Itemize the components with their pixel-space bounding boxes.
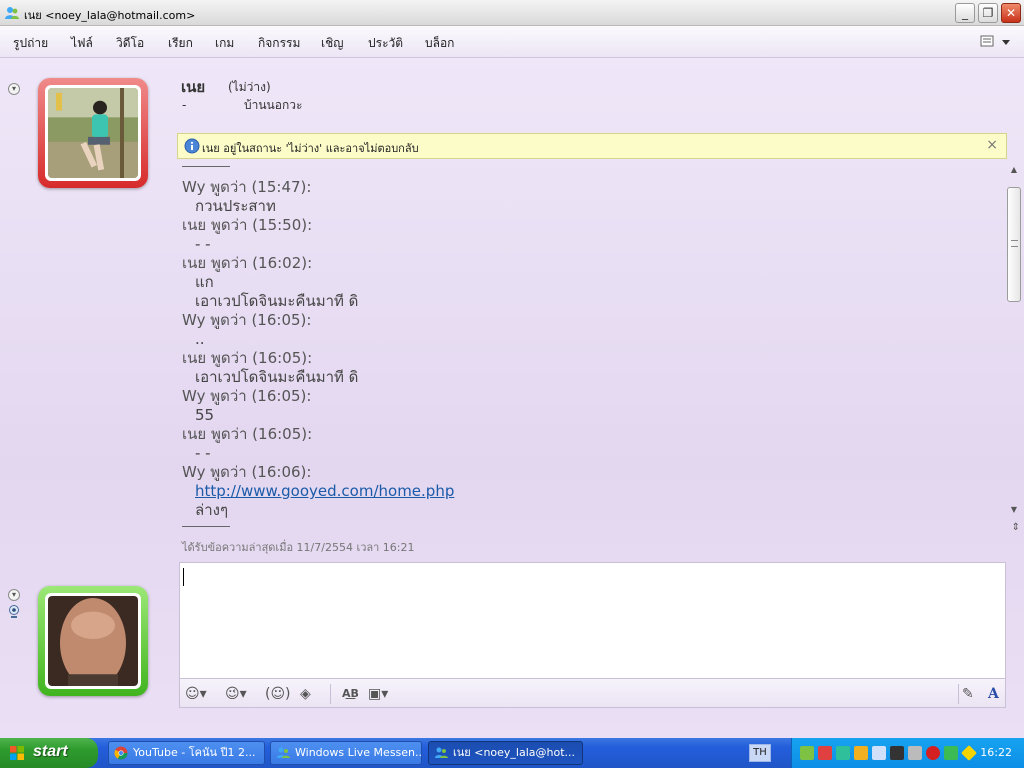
menu-item-history[interactable]: ประวัติ: [368, 34, 403, 53]
window-title: เนย <noey_lala@hotmail.com>: [24, 9, 196, 22]
menu-item-video[interactable]: วิดีโอ: [116, 34, 144, 53]
collapse-contact-icon[interactable]: ▾: [8, 83, 20, 95]
chat-message: เอาเวปโดจินมะคืนมาที ดิ: [195, 368, 359, 386]
chat-sender-line: เนย พูดว่า (16:05):: [182, 349, 313, 367]
chat-sender-line: Wy พูดว่า (16:05):: [182, 387, 312, 405]
chrome-icon: [114, 746, 128, 760]
contact-separator: -: [182, 98, 187, 112]
show-menu-icon[interactable]: [980, 34, 1012, 50]
chat-message: http://www.gooyed.com/home.php: [182, 482, 982, 501]
info-icon: [184, 138, 200, 154]
display-tray-icon[interactable]: [872, 746, 886, 760]
emoticon-icon[interactable]: ☺▾: [185, 684, 207, 704]
contact-name: เนย: [181, 78, 206, 96]
spellcheck-icon[interactable]: A͟B: [342, 684, 359, 704]
task-conversation[interactable]: เนย <noey_lala@hot...: [428, 741, 583, 765]
windows-logo-icon: [10, 746, 24, 760]
resize-grip-icon[interactable]: ⇕: [1012, 522, 1020, 533]
chat-message: ล่างๆ: [195, 501, 228, 519]
chat-message: ..: [195, 330, 205, 348]
chat-history[interactable]: Wy พูดว่า (15:47): กวนประสาท เนย พูดว่า (1…: [177, 161, 1007, 533]
chat-sender-line: เนย พูดว่า (16:05):: [182, 425, 313, 443]
menu-item-games[interactable]: เกม: [215, 34, 234, 53]
chat-sender-line: Wy พูดว่า (16:06):: [182, 463, 312, 481]
antivirus-tray-icon[interactable]: [926, 746, 940, 760]
taskbar: start YouTube - โคนัน ปี1 2... Windows L…: [0, 738, 1024, 768]
alert-tray-icon[interactable]: [961, 745, 977, 761]
menu-item-call[interactable]: เรียก: [168, 34, 193, 53]
my-avatar[interactable]: [38, 586, 148, 696]
task-youtube-label: YouTube - โคนัน ปี1 2...: [133, 746, 256, 759]
speaker-tray-icon[interactable]: [818, 746, 832, 760]
clock[interactable]: 16:22: [980, 746, 1012, 759]
conversation-area: ▾ เนย (ไม่ว่าง) - บ้านนอกวะ เนย อยู่ในสถ…: [0, 58, 1024, 738]
chat-message: - -: [195, 235, 211, 253]
chat-message: - -: [195, 444, 211, 462]
menu-item-blog[interactable]: บล็อก: [425, 34, 454, 53]
chat-message: แก: [195, 273, 214, 291]
restore-button[interactable]: ❐: [978, 3, 998, 23]
start-label: start: [33, 743, 68, 760]
font-icon[interactable]: A: [988, 684, 999, 704]
chat-divider-bottom: [182, 526, 230, 527]
chat-message: เอาเวปโดจินมะคืนมาที ดิ: [195, 292, 359, 310]
contact-personal-message: บ้านนอกวะ: [244, 98, 303, 112]
contact-status: (ไม่ว่าง): [228, 80, 271, 94]
last-received-time: ได้รับข้อความล่าสุดเมื่อ 11/7/2554 เวลา …: [182, 541, 415, 554]
message-toolbar: ☺▾ 😉▾ (☺) ◈ A͟B ▣▾ ✎ A: [179, 678, 1006, 708]
system-tray: 16:22: [791, 738, 1024, 768]
wink-icon[interactable]: 😉▾: [225, 684, 247, 704]
language-indicator[interactable]: TH: [749, 744, 771, 762]
task-conversation-label: เนย <noey_lala@hot...: [453, 746, 576, 759]
messenger-tray-icon[interactable]: [800, 746, 814, 760]
message-input[interactable]: [179, 562, 1006, 678]
contact-photo: [48, 88, 138, 178]
gamepad-tray-icon[interactable]: [890, 746, 904, 760]
contact-avatar[interactable]: [38, 78, 148, 188]
webcam-icon[interactable]: [8, 605, 20, 619]
chat-sender-line: Wy พูดว่า (15:47):: [182, 178, 312, 196]
close-button[interactable]: ✕: [1001, 3, 1021, 23]
start-button[interactable]: start: [0, 738, 98, 768]
chat-sender-line: เนย พูดว่า (15:50):: [182, 216, 313, 234]
menu-item-invite[interactable]: เชิญ: [321, 34, 343, 53]
text-caret: [183, 568, 184, 586]
chat-link[interactable]: http://www.gooyed.com/home.php: [195, 482, 454, 500]
menu-item-files[interactable]: ไฟล์: [71, 34, 93, 53]
chat-lines: Wy พูดว่า (15:47): กวนประสาท เนย พูดว่า (1…: [182, 178, 982, 520]
scroll-up-icon[interactable]: ▲: [1006, 163, 1022, 177]
menu-item-activities[interactable]: กิจกรรม: [258, 34, 300, 53]
task-messenger[interactable]: Windows Live Messen...: [270, 741, 422, 765]
chat-divider-top: [182, 166, 230, 167]
title-bar[interactable]: เนย <noey_lala@hotmail.com> _ ❐ ✕: [0, 0, 1024, 26]
scroll-down-icon[interactable]: ▼: [1006, 503, 1022, 517]
chat-sender-line: เนย พูดว่า (16:02):: [182, 254, 313, 272]
chat-message: กวนประสาท: [195, 197, 276, 215]
chat-sender-line: Wy พูดว่า (16:05):: [182, 311, 312, 329]
chat-message: 55: [195, 406, 215, 424]
background-icon[interactable]: ▣▾: [368, 684, 388, 704]
messenger-icon: [435, 747, 448, 758]
task-messenger-label: Windows Live Messen...: [295, 746, 422, 759]
close-notice-icon[interactable]: ×: [986, 137, 998, 153]
messenger-icon: [5, 7, 19, 19]
chat-scrollbar[interactable]: ▲ ▼: [1006, 163, 1022, 535]
handwriting-icon[interactable]: ✎: [962, 684, 974, 704]
voice-clip-icon[interactable]: ◈: [300, 684, 311, 704]
nudge-icon[interactable]: (☺): [265, 684, 291, 704]
notice-text: เนย อยู่ในสถานะ 'ไม่ว่าง' และอาจไม่ตอบกล…: [202, 142, 419, 155]
minimize-button[interactable]: _: [955, 3, 975, 23]
arrow-tray-icon[interactable]: [944, 746, 958, 760]
status-notice-bar: เนย อยู่ในสถานะ 'ไม่ว่าง' และอาจไม่ตอบกล…: [177, 133, 1007, 159]
scroll-thumb[interactable]: [1007, 187, 1021, 302]
task-youtube[interactable]: YouTube - โคนัน ปี1 2...: [108, 741, 265, 765]
collapse-self-icon[interactable]: ▾: [8, 589, 20, 601]
tool-tray-icon[interactable]: [908, 746, 922, 760]
my-photo: [48, 596, 138, 686]
menu-item-photos[interactable]: รูปถ่าย: [13, 34, 48, 53]
network-tray-icon[interactable]: [836, 746, 850, 760]
messenger-icon: [277, 747, 290, 758]
power-tray-icon[interactable]: [854, 746, 868, 760]
menu-bar: รูปถ่าย ไฟล์ วิดีโอ เรียก เกม กิจกรรม เช…: [0, 26, 1024, 58]
